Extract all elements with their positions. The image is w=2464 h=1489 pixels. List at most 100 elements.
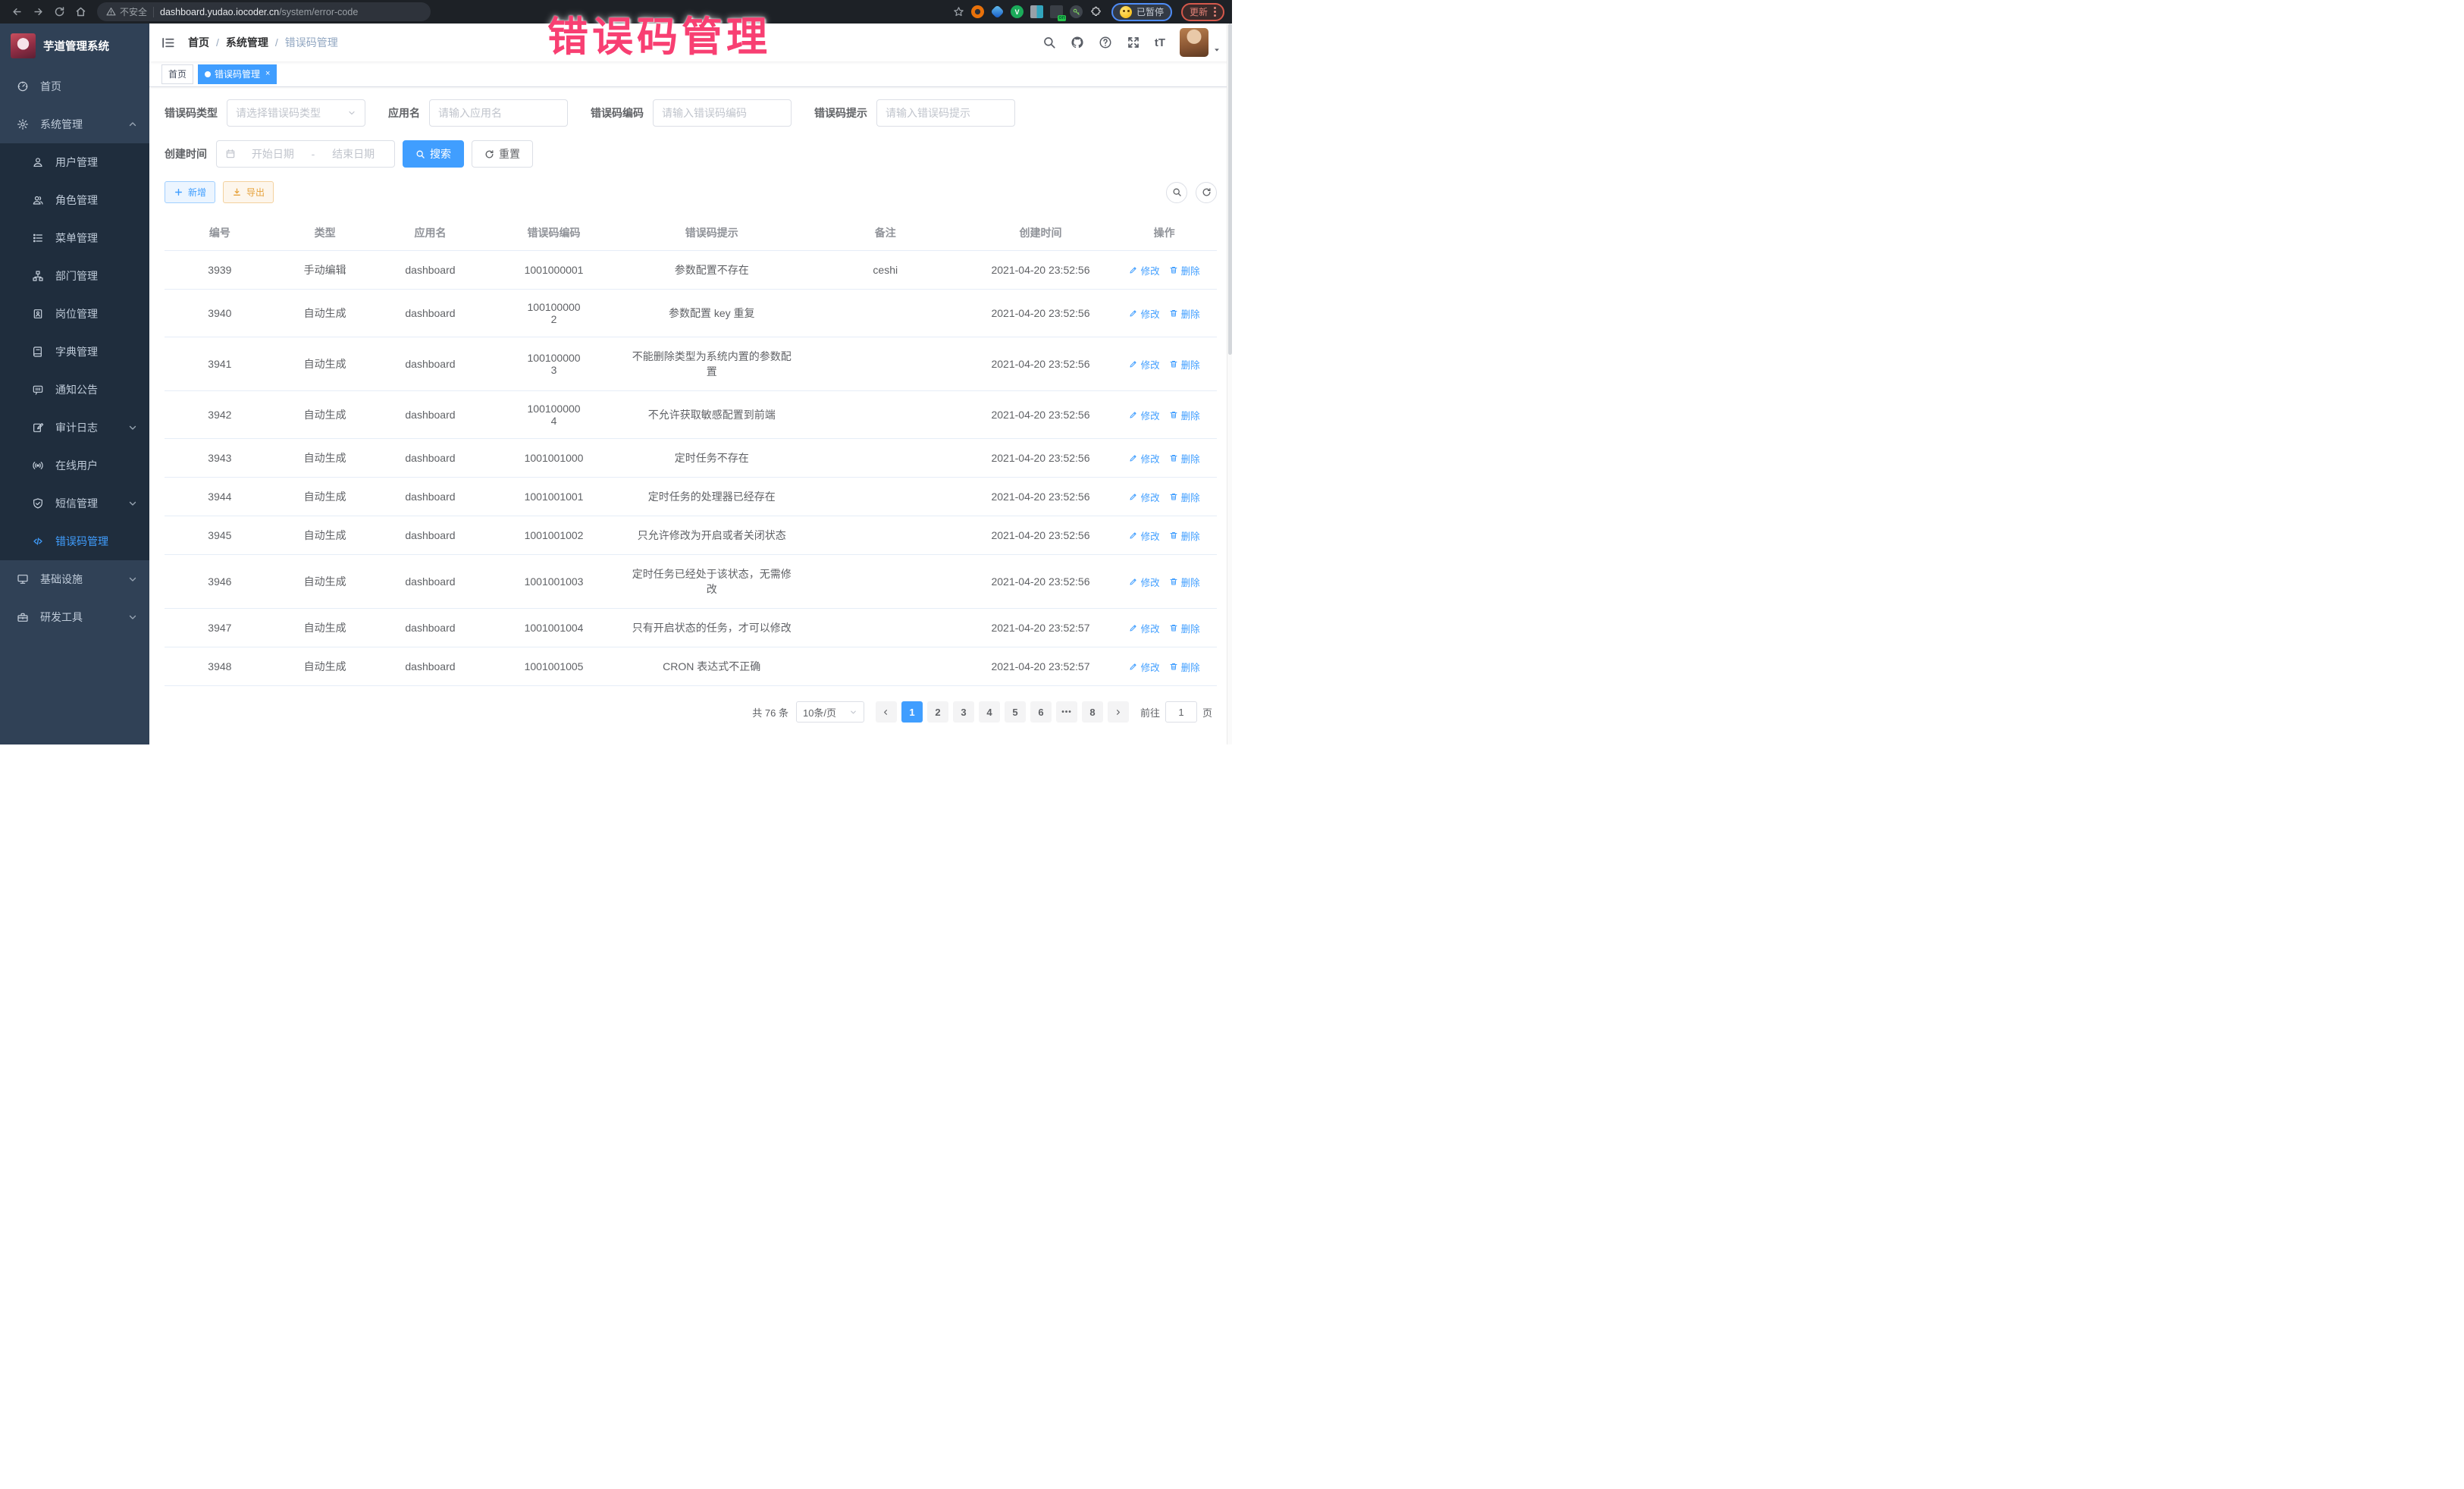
header-search-icon[interactable] xyxy=(1042,36,1056,49)
sidebar-item-部门管理[interactable]: 部门管理 xyxy=(0,257,149,295)
tag-错误码管理[interactable]: 错误码管理× xyxy=(198,64,277,84)
sidebar-item-通知公告[interactable]: 通知公告 xyxy=(0,371,149,409)
sidebar-collapse-icon[interactable] xyxy=(161,36,175,50)
delete-row-button[interactable]: 删除 xyxy=(1169,408,1200,422)
ext-squares-icon[interactable] xyxy=(1030,5,1043,18)
app-name-input[interactable] xyxy=(438,107,559,119)
sidebar-item-在线用户[interactable]: 在线用户 xyxy=(0,447,149,484)
chrome-menu-icon[interactable] xyxy=(1214,7,1216,17)
refresh-table-button[interactable] xyxy=(1196,182,1217,203)
page-button-8[interactable]: 8 xyxy=(1082,701,1103,723)
sidebar-item-字典管理[interactable]: 字典管理 xyxy=(0,333,149,371)
sidebar-item-角色管理[interactable]: 角色管理 xyxy=(0,181,149,219)
add-button[interactable]: 新增 xyxy=(165,181,215,203)
delete-row-button[interactable]: 删除 xyxy=(1169,451,1200,466)
app-name-input-wrap[interactable] xyxy=(429,99,568,127)
breadcrumb-item-系统管理[interactable]: 系统管理 xyxy=(226,35,268,50)
error-type-select-input[interactable] xyxy=(236,107,343,119)
sidebar-item-用户管理[interactable]: 用户管理 xyxy=(0,143,149,181)
logo-row[interactable]: 芋道管理系统 xyxy=(0,24,149,67)
scrollbar-thumb[interactable] xyxy=(1228,24,1232,355)
font-size-icon[interactable]: tT xyxy=(1155,36,1165,49)
page-button-4[interactable]: 4 xyxy=(979,701,1000,723)
reset-button[interactable]: 重置 xyxy=(472,140,533,168)
page-button-1[interactable]: 1 xyxy=(901,701,923,723)
error-code-input-wrap[interactable] xyxy=(653,99,792,127)
error-hint-input-wrap[interactable] xyxy=(876,99,1015,127)
forward-icon[interactable] xyxy=(29,3,47,21)
delete-row-button[interactable]: 删除 xyxy=(1169,660,1200,674)
page-size-select[interactable]: 10条/页 xyxy=(796,701,864,723)
sidebar-item-审计日志[interactable]: 审计日志 xyxy=(0,409,149,447)
ext-orange-icon[interactable] xyxy=(971,5,984,18)
edit-row-button[interactable]: 修改 xyxy=(1129,528,1160,543)
sidebar-item-首页[interactable]: 首页 xyxy=(0,67,149,105)
avatar[interactable] xyxy=(1180,28,1208,57)
user-menu[interactable] xyxy=(1180,28,1221,57)
error-hint-input[interactable] xyxy=(886,107,1006,119)
delete-row-button[interactable]: 删除 xyxy=(1169,306,1200,321)
delete-row-button[interactable]: 删除 xyxy=(1169,357,1200,371)
edit-row-button[interactable]: 修改 xyxy=(1129,451,1160,466)
reload-icon[interactable] xyxy=(50,3,68,21)
prev-page-button[interactable] xyxy=(876,701,897,723)
breadcrumb-item-首页[interactable]: 首页 xyxy=(188,35,209,50)
sidebar-item-岗位管理[interactable]: 岗位管理 xyxy=(0,295,149,333)
date-range-picker[interactable]: 开始日期 - 结束日期 xyxy=(216,140,395,168)
next-page-button[interactable] xyxy=(1108,701,1129,723)
tag-close-icon[interactable]: × xyxy=(265,70,270,78)
date-start-placeholder[interactable]: 开始日期 xyxy=(240,146,306,161)
edit-row-button[interactable]: 修改 xyxy=(1129,660,1160,674)
delete-row-button[interactable]: 删除 xyxy=(1169,575,1200,589)
browser-update-button[interactable]: 更新 xyxy=(1181,3,1224,21)
toggle-search-button[interactable] xyxy=(1166,182,1187,203)
ext-green-icon[interactable]: V xyxy=(1011,5,1024,18)
sidebar-item-基础设施[interactable]: 基础设施 xyxy=(0,560,149,598)
edit-row-button[interactable]: 修改 xyxy=(1129,490,1160,504)
search-button[interactable]: 搜索 xyxy=(403,140,464,168)
date-end-placeholder[interactable]: 结束日期 xyxy=(321,146,386,161)
not-secure-warning[interactable]: 不安全 xyxy=(106,5,147,18)
window-scrollbar[interactable] xyxy=(1227,24,1232,744)
sidebar-item-错误码管理[interactable]: 错误码管理 xyxy=(0,522,149,560)
delete-row-button[interactable]: 删除 xyxy=(1169,621,1200,635)
ext-dark-on-icon[interactable] xyxy=(1050,5,1063,18)
tag-首页[interactable]: 首页 xyxy=(161,64,193,84)
back-icon[interactable] xyxy=(8,3,26,21)
ext-puzzle-icon[interactable] xyxy=(1089,5,1102,18)
page-ellipsis[interactable]: ••• xyxy=(1056,701,1077,723)
page-button-5[interactable]: 5 xyxy=(1005,701,1026,723)
help-icon[interactable] xyxy=(1099,36,1112,49)
page-content: 错误码类型 应用名 xyxy=(149,87,1232,744)
home-icon[interactable] xyxy=(71,3,89,21)
edit-row-button[interactable]: 修改 xyxy=(1129,263,1160,277)
sidebar-item-系统管理[interactable]: 系统管理 xyxy=(0,105,149,143)
address-bar[interactable]: 不安全 dashboard.yudao.iocoder.cn/system/er… xyxy=(97,2,431,21)
page-button-2[interactable]: 2 xyxy=(927,701,948,723)
error-type-select[interactable] xyxy=(227,99,365,127)
edit-row-button[interactable]: 修改 xyxy=(1129,408,1160,422)
github-icon[interactable] xyxy=(1071,36,1084,49)
sidebar-item-短信管理[interactable]: 短信管理 xyxy=(0,484,149,522)
ext-gem-icon[interactable] xyxy=(990,5,1004,18)
delete-row-button[interactable]: 删除 xyxy=(1169,528,1200,543)
edit-row-button[interactable]: 修改 xyxy=(1129,575,1160,589)
page-button-3[interactable]: 3 xyxy=(953,701,974,723)
delete-icon xyxy=(1169,623,1178,632)
sidebar-item-菜单管理[interactable]: 菜单管理 xyxy=(0,219,149,257)
delete-row-button[interactable]: 删除 xyxy=(1169,490,1200,504)
error-code-input[interactable] xyxy=(662,107,782,119)
extension-paused-badge[interactable]: 已暂停 xyxy=(1111,3,1172,21)
sidebar-item-研发工具[interactable]: 研发工具 xyxy=(0,598,149,636)
edit-row-button[interactable]: 修改 xyxy=(1129,357,1160,371)
edit-row-button[interactable]: 修改 xyxy=(1129,306,1160,321)
ext-key-icon[interactable] xyxy=(1070,5,1083,18)
fullscreen-icon[interactable] xyxy=(1127,36,1140,49)
bookmark-star-icon[interactable] xyxy=(950,3,968,21)
export-button[interactable]: 导出 xyxy=(223,181,274,203)
page-button-6[interactable]: 6 xyxy=(1030,701,1052,723)
edit-row-button[interactable]: 修改 xyxy=(1129,621,1160,635)
sidebar-item-label: 字典管理 xyxy=(55,344,137,359)
goto-page-input[interactable] xyxy=(1165,701,1197,723)
delete-row-button[interactable]: 删除 xyxy=(1169,263,1200,277)
